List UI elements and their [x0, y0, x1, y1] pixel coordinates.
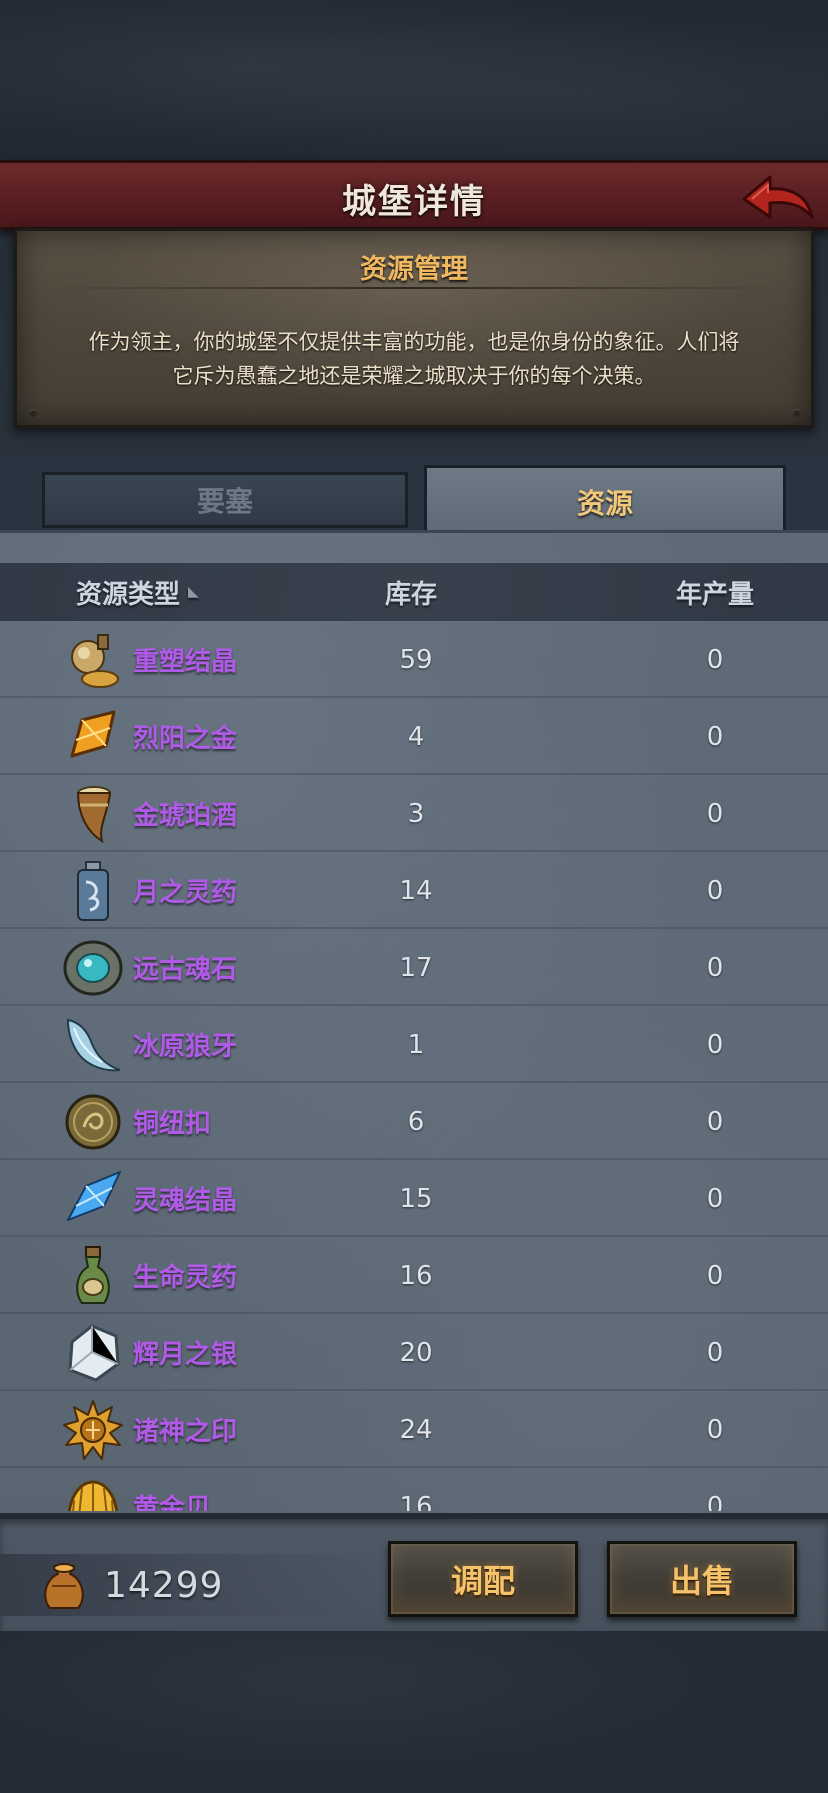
resource-production: 0: [706, 1260, 724, 1291]
table-row[interactable]: 月之灵药 14 0: [0, 852, 828, 929]
page-title: 城堡详情: [342, 181, 486, 222]
footer-bar: 14299 调配 出售: [0, 1513, 828, 1631]
resource-stock: 59: [399, 644, 433, 675]
resource-name: 生命灵药: [133, 1263, 238, 1293]
tab-fortress[interactable]: 要塞: [42, 472, 408, 528]
wolf-fang-icon: [62, 1014, 124, 1076]
adjust-button[interactable]: 调配: [388, 1541, 578, 1617]
resource-name: 诸神之印: [133, 1417, 238, 1447]
table-row[interactable]: 黄金贝 16 0: [0, 1468, 828, 1511]
sun-gold-icon: [62, 706, 124, 768]
gold-display: 14299: [0, 1554, 380, 1616]
resource-stock: 16: [399, 1491, 433, 1512]
table-row[interactable]: 冰原狼牙 1 0: [0, 1006, 828, 1083]
table-row[interactable]: 金琥珀酒 3 0: [0, 775, 828, 852]
tab-bar: 要塞 资源: [0, 455, 828, 535]
sell-button[interactable]: 出售: [607, 1541, 797, 1617]
resource-production: 0: [706, 875, 724, 906]
top-stone-background: [0, 0, 828, 160]
drinking-horn-icon: [62, 783, 124, 845]
resource-stock: 20: [399, 1337, 433, 1368]
soul-crystal-icon: [62, 1168, 124, 1230]
resource-stock: 14: [399, 875, 433, 906]
table-row[interactable]: 烈阳之金 4 0: [0, 698, 828, 775]
tab-resources[interactable]: 资源: [424, 465, 786, 535]
resource-name: 灵魂结晶: [133, 1186, 238, 1216]
intro-text-line: 作为领主，你的城堡不仅提供丰富的功能，也是你身份的象征。人们将: [88, 330, 740, 354]
column-header-production: 年产量: [676, 579, 755, 610]
resource-list[interactable]: 重塑结晶 59 0 烈阳之金 4 0 金琥珀酒 3 0 月之灵药 14 0 远古…: [0, 621, 828, 1511]
resource-production: 0: [706, 1414, 724, 1445]
back-button[interactable]: [738, 169, 818, 227]
life-potion-icon: [62, 1245, 124, 1307]
resource-production: 0: [706, 1029, 724, 1060]
resource-stock: 1: [407, 1029, 425, 1060]
moon-potion-icon: [62, 860, 124, 922]
table-row[interactable]: 灵魂结晶 15 0: [0, 1160, 828, 1237]
resource-name: 辉月之银: [133, 1340, 238, 1370]
rivet: [29, 409, 37, 417]
resource-production: 0: [706, 798, 724, 829]
resource-stock: 17: [399, 952, 433, 983]
resource-production: 0: [706, 1491, 724, 1512]
resource-production: 0: [706, 952, 724, 983]
resource-production: 0: [706, 644, 724, 675]
golden-shell-icon: [62, 1476, 124, 1511]
title-banner: 城堡详情: [0, 160, 828, 230]
resource-production: 0: [706, 721, 724, 752]
soul-stone-icon: [62, 937, 124, 999]
column-header-type-label: 资源类型: [76, 579, 181, 610]
moon-silver-icon: [62, 1322, 124, 1384]
column-header-type[interactable]: 资源类型 ◣: [76, 563, 199, 621]
table-header: 资源类型 ◣ 库存 年产量: [0, 563, 828, 621]
resource-panel: 资源类型 ◣ 库存 年产量 重塑结晶 59 0 烈阳之金 4 0 金琥珀酒 3 …: [0, 530, 828, 1533]
table-row[interactable]: 远古魂石 17 0: [0, 929, 828, 1006]
resource-stock: 3: [407, 798, 425, 829]
resource-name: 金琥珀酒: [133, 801, 238, 831]
resource-name: 远古魂石: [133, 955, 238, 985]
intro-title: 资源管理: [360, 254, 468, 285]
table-row[interactable]: 诸神之印 24 0: [0, 1391, 828, 1468]
rivet: [793, 409, 801, 417]
intro-panel: 资源管理 作为领主，你的城堡不仅提供丰富的功能，也是你身份的象征。人们将 它斥为…: [14, 228, 814, 428]
resource-name: 重塑结晶: [133, 647, 238, 677]
resource-name: 烈阳之金: [133, 724, 238, 754]
resource-name: 黄金贝: [133, 1494, 212, 1511]
table-row[interactable]: 铜纽扣 6 0: [0, 1083, 828, 1160]
resource-production: 0: [706, 1337, 724, 1368]
coin-sack-icon: [40, 1560, 88, 1610]
resource-name: 铜纽扣: [133, 1109, 212, 1139]
intro-divider: [37, 287, 791, 289]
gold-amount: 14299: [104, 1564, 224, 1606]
table-row[interactable]: 生命灵药 16 0: [0, 1237, 828, 1314]
resource-name: 月之灵药: [133, 878, 238, 908]
table-row[interactable]: 辉月之银 20 0: [0, 1314, 828, 1391]
intro-text: 作为领主，你的城堡不仅提供丰富的功能，也是你身份的象征。人们将 它斥为愚蠢之地还…: [47, 325, 781, 393]
resource-production: 0: [706, 1183, 724, 1214]
copper-button-icon: [62, 1091, 124, 1153]
gods-seal-icon: [62, 1399, 124, 1461]
resource-name: 冰原狼牙: [133, 1032, 238, 1062]
intro-text-line: 它斥为愚蠢之地还是荣耀之城取决于你的每个决策。: [172, 364, 656, 388]
resource-stock: 24: [399, 1414, 433, 1445]
column-header-stock: 库存: [385, 579, 438, 610]
bottom-stone-background: [0, 1631, 828, 1793]
resource-stock: 6: [407, 1106, 425, 1137]
back-arrow-icon: [742, 175, 814, 219]
sort-triangle-icon: ◣: [188, 584, 199, 600]
resource-stock: 4: [407, 721, 425, 752]
resource-production: 0: [706, 1106, 724, 1137]
resource-stock: 15: [399, 1183, 433, 1214]
resource-stock: 16: [399, 1260, 433, 1291]
crystal-flask-icon: [62, 629, 124, 691]
table-row[interactable]: 重塑结晶 59 0: [0, 621, 828, 698]
